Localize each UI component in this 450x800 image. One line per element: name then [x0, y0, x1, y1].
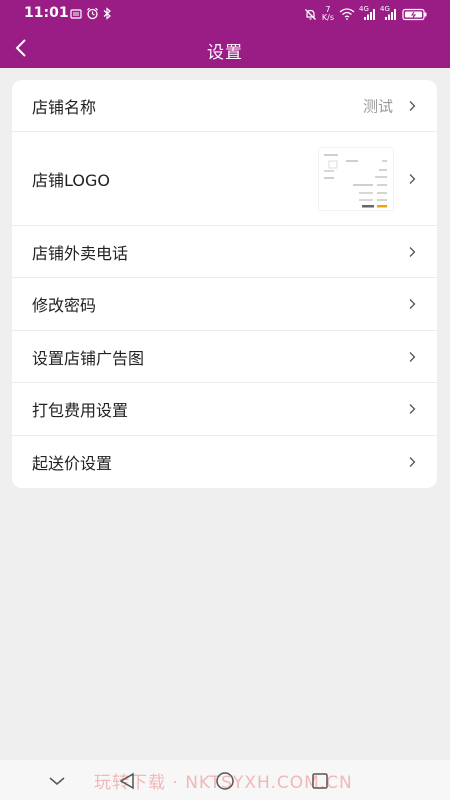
- network-speed: 7 K/s: [322, 6, 334, 22]
- signal-2-label: 4G: [380, 5, 390, 13]
- setting-row-store-name[interactable]: 店铺名称 测试: [12, 80, 437, 132]
- signal-1-label: 4G: [359, 5, 369, 13]
- sim-card-icon: [70, 8, 82, 19]
- chevron-right-icon: [409, 246, 416, 257]
- setting-row-min-order-price[interactable]: 起送价设置: [12, 436, 437, 488]
- status-time: 11:01: [24, 5, 69, 21]
- nav-back-button[interactable]: [116, 770, 138, 792]
- nav-hide-button[interactable]: [46, 770, 68, 792]
- chevron-right-icon: [409, 457, 416, 467]
- setting-label: 店铺LOGO: [32, 170, 110, 190]
- setting-label: 修改密码: [32, 296, 97, 315]
- cell-signal-1: 4G: [359, 5, 376, 20]
- bluetooth-icon: [103, 7, 111, 20]
- setting-label: 设置店铺广告图: [32, 348, 145, 368]
- nav-hide-icon: [49, 777, 65, 785]
- setting-row-change-password[interactable]: 修改密码: [12, 278, 437, 331]
- setting-label: 起送价设置: [32, 454, 113, 473]
- setting-label: 店铺外卖电话: [32, 243, 129, 263]
- battery-charging-icon: [402, 8, 427, 20]
- status-right-icons: 7 K/s 4G 4G: [304, 5, 428, 22]
- chevron-right-icon: [409, 351, 416, 362]
- setting-row-delivery-phone[interactable]: 店铺外卖电话: [12, 226, 437, 278]
- setting-label: 店铺名称: [32, 97, 97, 117]
- nav-recents-button[interactable]: [309, 770, 331, 792]
- nav-back-icon: [119, 772, 134, 790]
- store-logo-thumbnail: [319, 148, 393, 210]
- cell-signal-2: 4G: [380, 5, 397, 20]
- status-left-icons: [70, 7, 112, 20]
- settings-card: 店铺名称 测试 店铺LOGO 店铺外卖电话 修改密码 设置店铺广告图 打包费用设…: [12, 80, 437, 488]
- wifi-icon: [339, 8, 355, 20]
- setting-row-packing-fee[interactable]: 打包费用设置: [12, 383, 437, 436]
- status-bar: 11:01 7 K/s 4G 4G: [0, 0, 450, 28]
- network-speed-unit: K/s: [321, 13, 334, 22]
- alarm-icon: [87, 7, 98, 20]
- setting-label: 打包费用设置: [32, 401, 129, 420]
- system-navigation-bar: 玩转下载 · NKTSYXH.COM.CN: [0, 760, 450, 800]
- navigation-bar: 设置: [0, 28, 450, 68]
- chevron-right-icon: [409, 299, 416, 309]
- nav-home-button[interactable]: [214, 770, 236, 792]
- chevron-right-icon: [409, 100, 416, 111]
- chevron-right-icon: [409, 173, 416, 184]
- chevron-right-icon: [409, 404, 416, 414]
- setting-row-ad-image[interactable]: 设置店铺广告图: [12, 331, 437, 383]
- nav-home-icon: [216, 772, 234, 790]
- nav-recents-icon: [312, 773, 328, 789]
- store-name-value: 测试: [362, 97, 393, 115]
- page-title: 设置: [207, 43, 243, 63]
- setting-row-store-logo[interactable]: 店铺LOGO: [12, 132, 437, 226]
- mute-bell-icon: [304, 8, 316, 20]
